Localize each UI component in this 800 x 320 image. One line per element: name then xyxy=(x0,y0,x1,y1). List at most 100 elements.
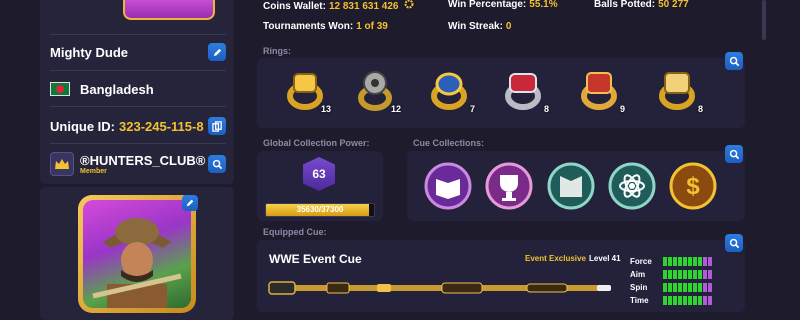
top-avatar-frame xyxy=(123,0,215,20)
cue-collection-item[interactable]: $ xyxy=(668,161,718,211)
copy-id-button[interactable] xyxy=(208,117,226,135)
cue-collection-item[interactable] xyxy=(423,161,473,211)
coins-label: Coins Wallet: xyxy=(263,1,326,12)
cue-collection-item[interactable] xyxy=(484,161,534,211)
avatar xyxy=(83,200,191,308)
cue-collections-label: Cue Collections: xyxy=(413,138,485,148)
pencil-icon xyxy=(213,48,221,56)
karate-collection-icon xyxy=(547,162,595,210)
rings-search-button[interactable] xyxy=(725,52,743,70)
divider xyxy=(50,70,226,71)
attribute-segment xyxy=(668,283,672,292)
attribute-segment xyxy=(683,283,687,292)
aim-label: Aim xyxy=(630,270,646,279)
win-pct-label: Win Percentage: xyxy=(448,0,527,10)
attribute-segment xyxy=(703,296,707,305)
attribute-segment xyxy=(688,270,692,279)
power-level-badge: 63 xyxy=(303,157,335,191)
attribute-segment xyxy=(708,270,712,279)
win-pct-value: 55.1% xyxy=(529,0,558,10)
attribute-segment xyxy=(688,257,692,266)
attribute-segment xyxy=(668,296,672,305)
cue-collection-item[interactable] xyxy=(546,161,596,211)
attribute-segment xyxy=(703,257,707,266)
country-row: Bangladesh xyxy=(50,79,226,99)
attribute-segment xyxy=(663,283,667,292)
attribute-segment xyxy=(693,270,697,279)
club-row: ®HUNTERS_CLUB® Member xyxy=(50,150,226,178)
collection-power-label: Global Collection Power: xyxy=(263,138,370,148)
book-collection-icon xyxy=(424,162,472,210)
ring-item[interactable]: 8 xyxy=(501,68,549,114)
attribute-segment xyxy=(683,257,687,266)
ring-item[interactable]: 13 xyxy=(283,68,331,114)
coins-stat: Coins Wallet: 12 831 631 426 xyxy=(263,0,414,12)
attribute-segment xyxy=(703,270,707,279)
streak-label: Win Streak: xyxy=(448,21,503,32)
time-label: Time xyxy=(630,296,649,305)
attribute-segment xyxy=(693,296,697,305)
ring-count: 12 xyxy=(390,104,401,114)
club-role: Member xyxy=(80,168,107,175)
equipped-cue-search-button[interactable] xyxy=(725,234,743,252)
collection-power-panel: 63 35630/37300 xyxy=(257,151,383,221)
aim-bar xyxy=(663,270,712,279)
balls-stat: Balls Potted: 50 277 xyxy=(594,0,689,10)
divider xyxy=(50,143,226,144)
attribute-segment xyxy=(668,257,672,266)
cue-image xyxy=(268,281,611,295)
attribute-segment xyxy=(688,296,692,305)
cue-collection-item[interactable] xyxy=(607,161,657,211)
edit-avatar-button[interactable] xyxy=(182,195,198,211)
ring-count: 8 xyxy=(697,104,703,114)
avatar-frame xyxy=(78,195,196,313)
power-progress-text: 35630/37300 xyxy=(296,205,344,214)
ring-count: 13 xyxy=(320,104,331,114)
cue-collections-search-button[interactable] xyxy=(725,145,743,163)
ring-item[interactable]: 9 xyxy=(577,68,625,114)
attribute-segment xyxy=(678,270,682,279)
search-icon xyxy=(729,149,739,159)
attribute-segment xyxy=(688,283,692,292)
ring-item[interactable]: 7 xyxy=(427,68,475,114)
attribute-segment xyxy=(693,283,697,292)
ornate-gold-ring-icon xyxy=(659,72,695,110)
club-name[interactable]: ®HUNTERS_CLUB® xyxy=(80,153,205,168)
attribute-segment xyxy=(673,283,677,292)
red-gold-ring-icon xyxy=(581,72,617,110)
ring-count: 7 xyxy=(469,104,475,114)
power-progress-bar: 35630/37300 xyxy=(265,203,375,217)
streak-value: 0 xyxy=(505,21,512,32)
attribute-segment xyxy=(673,257,677,266)
svg-text:$: $ xyxy=(686,173,700,200)
attribute-segment xyxy=(698,257,702,266)
view-club-button[interactable] xyxy=(208,155,226,173)
attribute-segment xyxy=(663,270,667,279)
profile-panel: Mighty Dude Bangladesh Unique ID: 323-24… xyxy=(40,0,234,184)
cue-name: WWE Event Cue xyxy=(269,252,362,266)
attribute-segment xyxy=(708,257,712,266)
attribute-segment xyxy=(678,296,682,305)
edit-name-button[interactable] xyxy=(208,43,226,61)
attribute-segment xyxy=(678,283,682,292)
dollar-collection-icon: $ xyxy=(669,162,717,210)
atom-collection-icon xyxy=(608,162,656,210)
ring-item[interactable]: 12 xyxy=(353,68,401,114)
red-silver-ring-icon xyxy=(505,73,541,110)
tournaments-stat: Tournaments Won: 1 of 39 xyxy=(263,21,388,32)
ring-count: 8 xyxy=(543,104,549,114)
coins-value: 12 831 631 426 xyxy=(328,1,399,12)
unique-id-label: Unique ID: xyxy=(50,118,115,134)
bangladesh-flag-icon xyxy=(50,82,70,96)
ring-item[interactable]: 8 xyxy=(655,68,703,114)
crown-icon xyxy=(50,152,74,176)
scrollbar[interactable] xyxy=(762,0,766,40)
balls-label: Balls Potted: xyxy=(594,0,656,10)
force-label: Force xyxy=(630,257,652,266)
coins-gear-icon xyxy=(404,0,414,9)
divider xyxy=(50,34,226,35)
rings-label: Rings: xyxy=(263,46,291,56)
attribute-segment xyxy=(683,296,687,305)
streak-stat: Win Streak: 0 xyxy=(448,21,511,32)
rings-panel: 13 12 7 8 9 8 xyxy=(257,52,745,128)
